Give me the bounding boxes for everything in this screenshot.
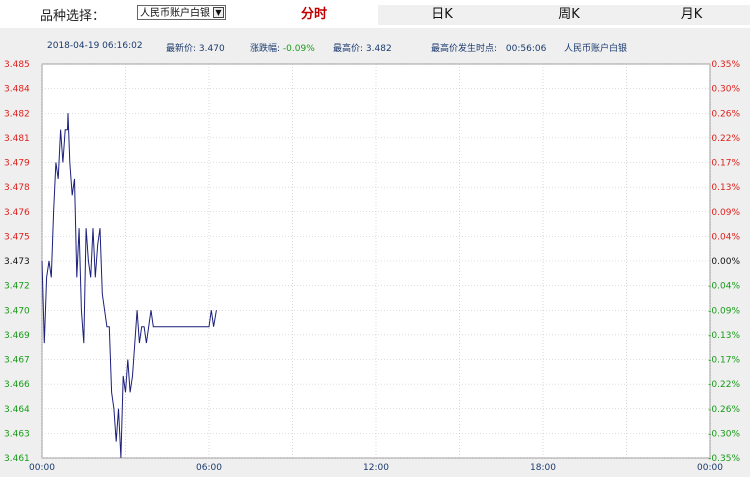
y-tick-label-right: 0.17% [711,159,740,169]
x-tick-label: 18:00 [530,463,556,473]
y-tick-label-right: -0.09% [708,306,740,316]
y-tick-label-left: 3.478 [4,183,30,193]
y-tick-label-right: 0.22% [711,134,740,144]
y-tick-label-right: 0.35% [711,60,740,70]
x-tick-label: 06:00 [196,463,222,473]
y-tick-label-right: -0.04% [708,282,740,292]
y-tick-label-left: 3.472 [4,282,30,292]
y-tick-label-left: 3.485 [4,60,30,70]
y-tick-label-left: 3.476 [4,208,30,218]
y-tick-label-left: 3.482 [4,109,30,119]
y-tick-label-right: 0.04% [711,232,740,242]
x-tick-label: 00:00 [697,463,723,473]
y-tick-label-left: 3.475 [4,232,30,242]
y-tick-label-right: 0.30% [711,85,740,95]
y-tick-label-right: -0.26% [708,405,740,415]
x-tick-label: 00:00 [29,463,55,473]
y-tick-label-left: 3.467 [4,356,30,366]
y-tick-label-left: 3.470 [4,306,30,316]
y-tick-label-left: 3.466 [4,380,30,390]
y-tick-label-left: 3.484 [4,85,30,95]
y-tick-label-left: 3.473 [4,257,30,267]
y-tick-label-right: -0.22% [708,380,740,390]
y-tick-label-right: 0.26% [711,109,740,119]
y-tick-label-right: 0.13% [711,183,740,193]
y-tick-label-left: 3.481 [4,134,30,144]
y-tick-label-left: 3.461 [4,454,30,464]
y-tick-label-right: 0.09% [711,208,740,218]
y-tick-label-left: 3.479 [4,159,30,169]
y-tick-label-right: 0.00% [711,257,740,267]
y-tick-label-right: -0.17% [708,356,740,366]
y-tick-label-right: -0.30% [708,429,740,439]
y-tick-label-left: 3.464 [4,405,30,415]
y-tick-label-left: 3.463 [4,429,30,439]
intraday-chart: 3.485 0.35% 3.484 0.30% 3.482 0.26% 3.481 0.22%… [4,60,740,473]
x-tick-label: 12:00 [363,463,389,473]
y-tick-label-right: -0.13% [708,331,740,341]
y-tick-label-left: 3.469 [4,331,30,341]
